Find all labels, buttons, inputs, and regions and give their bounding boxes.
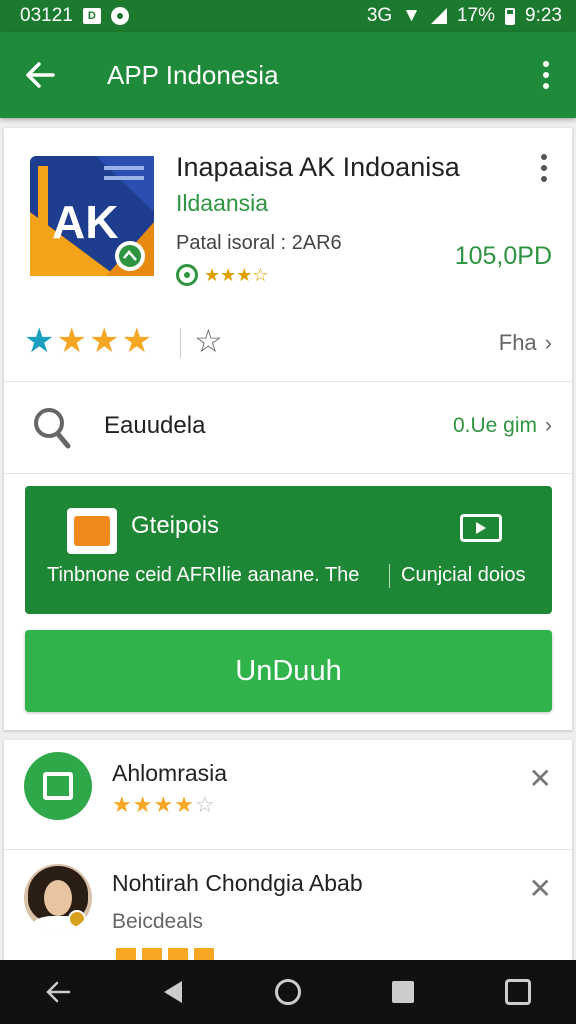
app-meta: Patal isoral : 2AR6 — [176, 232, 342, 254]
reviews-link[interactable]: Fha › — [499, 330, 552, 356]
app-name: Inapaaisa AK Indoanisa — [176, 152, 460, 182]
app-detail-card: AK Inapaaisa AK Indoanisa Ildaansia Pata… — [4, 128, 572, 730]
notification-icon: D — [82, 8, 101, 24]
suggestions-list: Ahlomrasia ★★★★☆ ✕ Nohtirah Chondgia Aba… — [4, 740, 572, 960]
nav-stop-icon[interactable] — [373, 960, 433, 1024]
clock: 9:23 — [525, 5, 562, 26]
developer-link[interactable]: Ildaansia — [176, 190, 268, 217]
status-bar: 03121 D 3G ▼ 17% 9:23 — [0, 0, 576, 32]
status-right: 3G ▼ 17% 9:23 — [367, 5, 562, 27]
price-label: 105,0PD — [454, 242, 552, 270]
signal-icon — [430, 8, 447, 24]
more-vert-icon — [541, 154, 547, 184]
chevron-right-icon: › — [544, 330, 552, 355]
star-icon: ★ — [56, 322, 87, 360]
carrier-text: 03121 — [20, 5, 73, 26]
mini-stars-icon: ★★★☆ — [204, 264, 269, 285]
reviews-link-label: Fha — [498, 330, 537, 355]
search-row-label: Eauudela — [104, 412, 206, 439]
app-icon: AK — [26, 152, 158, 280]
video-play-icon[interactable] — [460, 514, 502, 542]
record-icon — [110, 7, 129, 25]
card-more-button[interactable] — [534, 154, 554, 184]
partial-rating-icon — [116, 948, 214, 960]
star-outline-icon[interactable]: ☆ — [194, 322, 223, 360]
system-nav-bar — [0, 960, 576, 1024]
star-icon: ★ — [24, 322, 55, 360]
promo-title: Gteipois — [131, 512, 220, 539]
app-icon-letters: AK — [52, 196, 118, 248]
page-title: APP Indonesia — [107, 59, 279, 90]
nav-recents-icon[interactable] — [488, 960, 548, 1024]
battery-percent: 17% — [456, 5, 496, 26]
suggestion-stars-icon: ★★★★☆ — [112, 792, 216, 817]
close-icon[interactable]: ✕ — [529, 872, 552, 905]
divider — [389, 564, 390, 588]
nav-home-icon[interactable] — [258, 960, 318, 1024]
suggestion-subtitle: Beicdeals — [112, 910, 204, 933]
network-text: 3G — [366, 5, 393, 26]
install-button[interactable]: UnDuuh — [25, 630, 552, 712]
rating-row: ★ ★ ★ ★ ☆ Fha › — [4, 314, 572, 382]
list-item[interactable]: Nohtirah Chondgia Abab Beicdeals ✕ — [4, 850, 572, 960]
star-icon: ★ — [121, 322, 152, 360]
avatar — [24, 864, 92, 932]
suggestion-title: Ahlomrasia — [112, 760, 228, 786]
overflow-menu-button[interactable] — [516, 32, 576, 118]
search-row-link[interactable]: 0.Ue gim › — [453, 414, 552, 438]
promo-icon — [67, 508, 117, 554]
app-avatar-icon — [24, 752, 92, 820]
app-bar: APP Indonesia — [0, 32, 576, 118]
nav-back-icon[interactable] — [143, 960, 203, 1024]
battery-icon — [505, 7, 516, 25]
list-item[interactable]: Ahlomrasia ★★★★☆ ✕ — [4, 740, 572, 850]
more-vert-icon — [543, 61, 549, 89]
arrow-left-icon — [26, 62, 55, 88]
search-icon — [34, 408, 71, 449]
search-row[interactable]: Eauudela 0.Ue gim › — [4, 382, 572, 474]
verified-badge-icon — [176, 264, 198, 286]
close-icon[interactable]: ✕ — [529, 762, 552, 795]
suggestion-title: Nohtirah Chondgia Abab — [112, 870, 363, 896]
nav-back-arrow-icon[interactable] — [28, 960, 88, 1024]
rating-stars[interactable]: ★ ★ ★ ★ — [24, 324, 152, 358]
divider — [180, 328, 181, 358]
mini-rating: ★★★☆ — [176, 264, 269, 286]
promo-banner[interactable]: Gteipois Tinbnone ceid AFRIlie aanane. T… — [25, 486, 552, 614]
wifi-icon: ▼ — [402, 5, 421, 26]
promo-description: Tinbnone ceid AFRIlie aanane. The — [47, 564, 360, 586]
search-row-link-label: 0.Ue gim — [452, 414, 537, 437]
back-button[interactable] — [0, 32, 80, 118]
chevron-right-icon: › — [545, 414, 552, 437]
status-left: 03121 D — [20, 5, 129, 27]
promo-link[interactable]: Cunjcial doios — [401, 564, 526, 587]
star-icon: ★ — [88, 322, 120, 360]
